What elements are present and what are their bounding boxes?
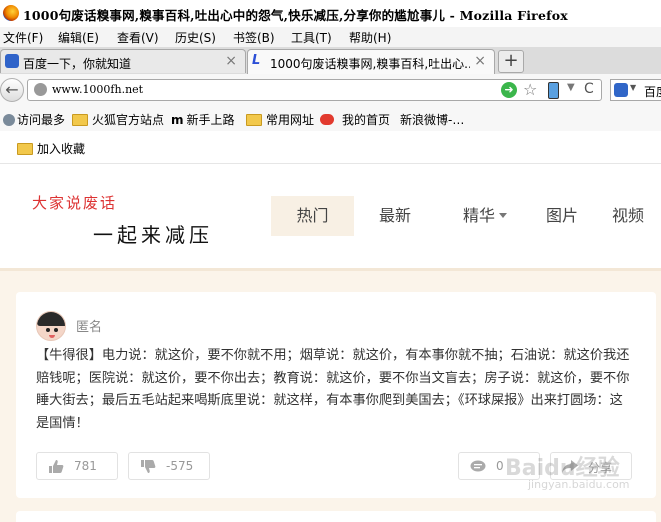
chevron-down-icon[interactable]: ▼ [567,82,575,93]
dislike-count: -575 [166,459,194,473]
title-bar: 1000句废话糗事网,糗事百科,吐出心中的怨气,快乐减压,分享你的尴尬事儿 - … [0,0,661,28]
comment-count: 0 [496,459,504,473]
add-favorites-link[interactable]: 加入收藏 [17,140,85,157]
menu-bookmarks[interactable]: 书签(B) [233,29,275,46]
site-logo-bottom[interactable]: 一起来减压 [93,219,213,248]
bookmark-sina-weibo[interactable]: 新浪微博-… [400,111,464,128]
tab-strip: 百度一下，你就知道 × L 1000句废话糗事网,糗事百科,吐出心... × + [0,47,661,75]
folder-icon [246,114,262,126]
tab-label: 1000句废话糗事网,糗事百科,吐出心... [270,57,470,71]
close-icon[interactable]: × [474,53,486,69]
baidu-paw-icon [614,83,628,97]
folder-icon [72,114,88,126]
author-name[interactable]: 匿名 [76,316,102,335]
m-logo-icon: m [171,113,184,127]
bookmarks-toolbar: 访问最多 火狐官方站点 m 新手上路 常用网址 我的首页 新浪微博-… [0,106,661,132]
go-arrow-icon[interactable]: ➜ [501,82,517,98]
new-tab-button[interactable]: + [498,50,524,73]
thumbs-down-icon [141,460,156,473]
search-engine-label: 百度 [644,85,661,99]
folder-add-icon [17,143,33,155]
avatar[interactable] [36,311,66,341]
gear-icon [3,114,15,126]
dislike-button[interactable]: -575 [128,452,210,480]
search-box[interactable]: ▼ 百度 [610,79,661,101]
baidu-paw-icon [5,54,19,68]
nav-featured[interactable]: 精华 [445,196,525,236]
like-count: 781 [74,459,97,473]
navigation-toolbar: ← www.1000fh.net ➜ ☆ ▼ C ▼ 百度 [0,74,661,106]
bookmark-getting-started[interactable]: m 新手上路 [171,111,235,128]
firefox-logo-icon [3,5,19,21]
bookmark-firefox-official[interactable]: 火狐官方站点 [72,111,164,128]
globe-icon [34,83,47,96]
site-logo-top[interactable]: 大家说废话 [32,192,117,213]
like-button[interactable]: 781 [36,452,118,480]
nav-hot[interactable]: 热门 [271,196,354,236]
mobile-phone-icon[interactable] [548,82,559,99]
menu-bar: 文件(F) 编辑(E) 查看(V) 历史(S) 书签(B) 工具(T) 帮助(H… [0,27,661,47]
weibo-icon [320,114,334,125]
close-icon[interactable]: × [225,53,237,69]
nav-pictures[interactable]: 图片 [522,196,602,236]
menu-file[interactable]: 文件(F) [3,29,43,46]
chevron-down-icon [499,213,507,218]
site-favicon-icon: L [252,53,261,68]
menu-edit[interactable]: 编辑(E) [58,29,99,46]
bookmark-star-icon[interactable]: ☆ [523,80,537,99]
nav-videos[interactable]: 视频 [612,196,661,236]
url-text[interactable]: www.1000fh.net [52,83,143,96]
thumbs-up-icon [49,460,64,473]
reload-icon[interactable]: C [584,81,594,97]
bookmark-common-sites[interactable]: 常用网址 [246,111,314,128]
bookmark-most-visited[interactable]: 访问最多 [3,111,65,128]
menu-view[interactable]: 查看(V) [117,29,159,46]
chevron-down-icon[interactable]: ▼ [630,83,636,92]
bookmark-homepage[interactable]: 我的首页 [320,111,390,128]
comment-icon [470,460,486,472]
tab-label: 百度一下，你就知道 [23,57,132,71]
avatar-hair [37,312,65,326]
nav-latest[interactable]: 最新 [355,196,435,236]
url-bar[interactable]: www.1000fh.net ➜ ☆ ▼ C [27,79,602,101]
add-favorites-bar: 加入收藏 [0,131,661,164]
tab-baidu[interactable]: 百度一下，你就知道 × [0,49,246,73]
menu-history[interactable]: 历史(S) [175,29,216,46]
avatar-eye [46,328,50,332]
site-header: 大家说废话 一起来减压 热门 最新 精华 图片 视频 [0,164,661,271]
menu-tools[interactable]: 工具(T) [291,29,332,46]
avatar-eye [54,328,58,332]
menu-help[interactable]: 帮助(H) [349,29,391,46]
window-title: 1000句废话糗事网,糗事百科,吐出心中的怨气,快乐减压,分享你的尴尬事儿 - … [23,8,568,23]
tab-1000fh[interactable]: L 1000句废话糗事网,糗事百科,吐出心... × [247,49,495,75]
post-content: 【牛得很】电力说：就这价，要不你就不用；烟草说：就这价，有本事你就不抽；石油说：… [36,348,630,431]
next-card-edge [16,511,656,522]
back-button[interactable]: ← [0,78,24,102]
baidu-watermark-url: jingyan.baidu.com [528,478,630,491]
avatar-mouth [49,335,55,338]
